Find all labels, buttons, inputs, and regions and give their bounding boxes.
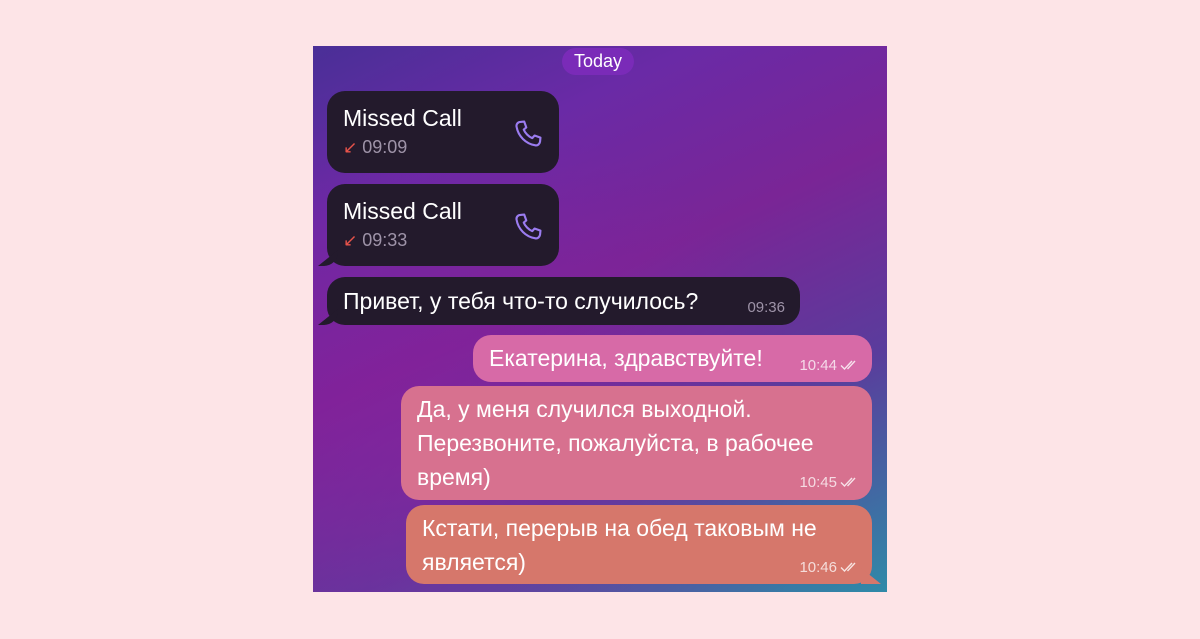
message-time-row: 10:46 [799,559,860,576]
missed-call-bubble[interactable]: Missed Call ↙ 09:09 [327,91,559,173]
message-line: является) [422,549,526,575]
outgoing-message[interactable]: Екатерина, здравствуйте! 10:44 [473,335,872,382]
message-time: 10:46 [799,559,837,576]
message-line: Перезвоните, пожалуйста, в рабочее [417,430,814,456]
message-text: Привет, у тебя что-то случилось? [343,288,699,314]
message-time-row: 10:45 [799,474,860,491]
call-time-row: ↙ 09:33 [343,230,407,251]
message-text: Екатерина, здравствуйте! [489,345,763,371]
call-time-row: ↙ 09:09 [343,137,407,158]
arrow-down-left-icon: ↙ [343,231,358,250]
phone-icon[interactable] [511,210,545,244]
phone-icon[interactable] [511,117,545,151]
missed-call-bubble[interactable]: Missed Call ↙ 09:33 [327,184,559,266]
call-time: 09:09 [362,137,408,157]
outgoing-message[interactable]: Да, у меня случился выходной. Перезвонит… [401,386,872,500]
chat-window: Today Missed Call ↙ 09:09 Missed Call ↙ 09… [313,46,887,592]
double-check-icon [840,360,856,371]
call-title: Missed Call [343,198,462,224]
call-title: Missed Call [343,105,462,131]
message-time: 09:36 [747,299,785,316]
message-time: 10:45 [799,474,837,491]
message-time-row: 10:44 [799,357,860,374]
double-check-icon [840,477,856,488]
date-separator: Today [562,48,635,75]
outgoing-message[interactable]: Кстати, перерыв на обед таковым не являе… [406,505,872,584]
message-line: Да, у меня случился выходной. [417,396,752,422]
message-line: Кстати, перерыв на обед таковым не [422,515,817,541]
message-time: 10:44 [799,357,837,374]
message-line: время) [417,464,491,490]
incoming-message[interactable]: Привет, у тебя что-то случилось? 09:36 [327,277,800,325]
call-time: 09:33 [362,230,408,250]
arrow-down-left-icon: ↙ [343,138,358,157]
double-check-icon [840,562,856,573]
